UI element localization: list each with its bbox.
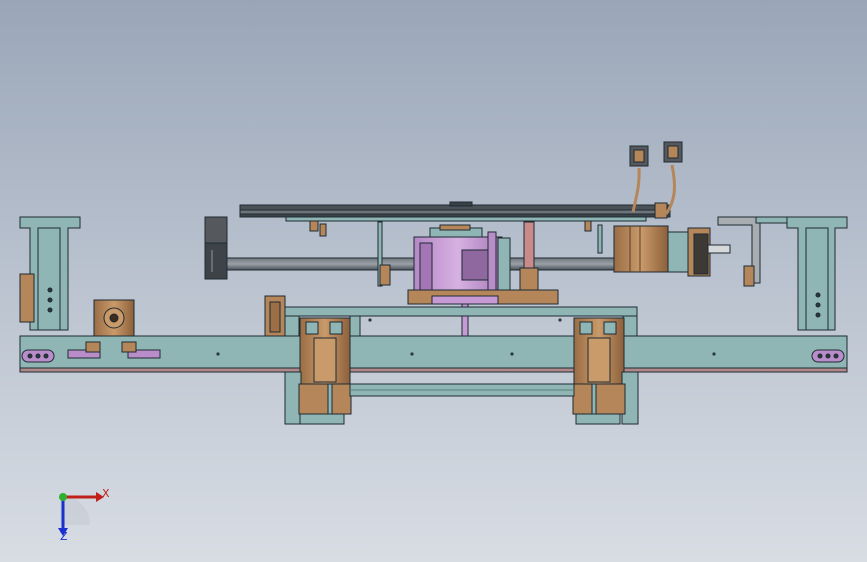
stepper-motor: [93, 299, 135, 337]
servo-motor: [613, 216, 761, 287]
right-end-column: [755, 216, 848, 331]
cad-viewport[interactable]: X Z: [0, 0, 867, 562]
cable-connectors: [629, 141, 683, 167]
left-end-column: [19, 216, 81, 331]
x-axis-label: X: [102, 487, 110, 500]
lower-cross-bars: [349, 383, 575, 397]
z-axis-label: Z: [60, 530, 68, 543]
y-axis-origin: [59, 493, 67, 501]
main-beam: [19, 335, 848, 373]
assembly-drawing: [19, 141, 848, 536]
small-copper-blocks: [264, 295, 286, 339]
screw-end-block: [204, 216, 228, 280]
